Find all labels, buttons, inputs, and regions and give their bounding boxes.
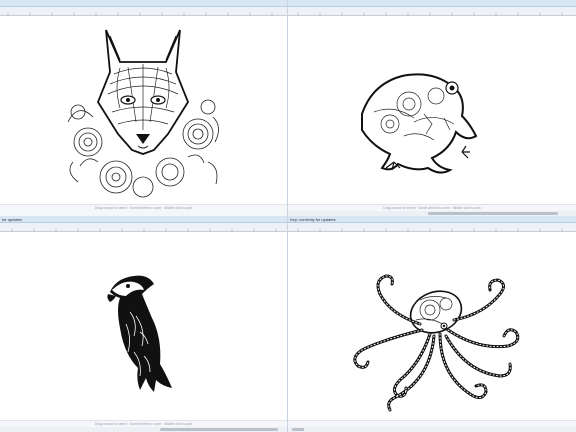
horizontal-scrollbar[interactable] [0, 427, 287, 432]
scrollbar-thumb[interactable] [292, 428, 304, 431]
pane-octopus[interactable]: Key: currently for updates [288, 216, 576, 432]
pane-title-bar[interactable]: for updates [0, 216, 287, 223]
four-pane-viewer: Drag mouse to select · Scroll wheel to z… [0, 0, 576, 432]
pane-wolf[interactable]: Drag mouse to select · Scroll wheel to z… [0, 0, 288, 216]
pane-title-bar[interactable] [288, 0, 576, 7]
pane-title-bar[interactable]: Key: currently for updates [288, 216, 576, 223]
image-canvas[interactable] [288, 232, 576, 420]
horizontal-ruler [0, 223, 287, 232]
status-hint: Drag mouse to select · Scroll wheel to z… [94, 422, 193, 426]
ruler-ticks [11, 228, 277, 232]
horizontal-ruler [0, 7, 287, 16]
image-canvas[interactable] [288, 16, 576, 204]
pane-frog[interactable]: Drag mouse to select · Scroll wheel to z… [288, 0, 576, 216]
octopus-illustration [353, 274, 520, 412]
horizontal-ruler [288, 223, 576, 232]
pane-eagle[interactable]: for updates Drag mouse to select · Scrol… [0, 216, 288, 432]
ruler-ticks [297, 12, 563, 16]
ruler-ticks [7, 12, 273, 16]
image-canvas[interactable] [0, 232, 287, 420]
status-hint: Drag mouse to select · Scroll wheel to z… [383, 206, 481, 210]
eagle-illustration [107, 275, 172, 392]
wolf-illustration [67, 29, 219, 198]
horizontal-scrollbar[interactable] [288, 427, 576, 432]
status-hint: Drag mouse to select · Scroll wheel to z… [94, 206, 193, 210]
status-bar: Drag mouse to select · Scroll wheel to z… [0, 204, 287, 216]
pane-title-bar[interactable] [0, 0, 287, 7]
frog-illustration [361, 73, 478, 174]
ruler-ticks [297, 228, 563, 232]
horizontal-ruler [288, 7, 576, 16]
scrollbar-thumb[interactable] [160, 428, 278, 431]
scrollbar-thumb[interactable] [428, 212, 558, 215]
image-canvas[interactable] [0, 16, 287, 204]
